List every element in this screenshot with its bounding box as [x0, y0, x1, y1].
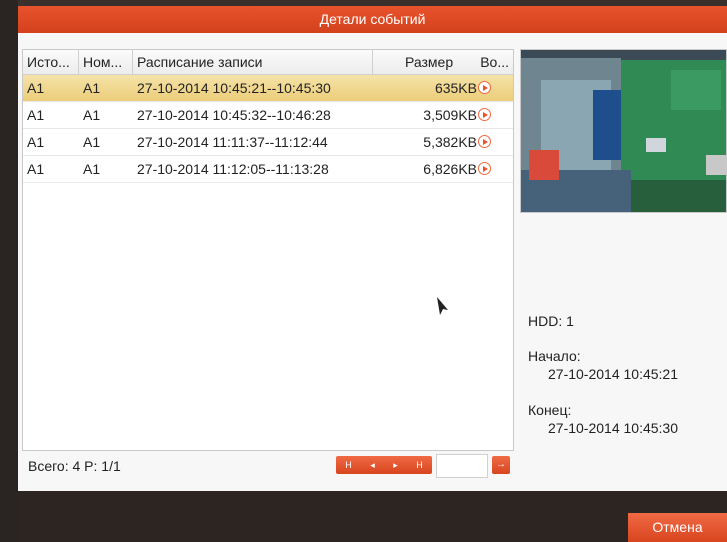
- cell-schedule: 27-10-2014 11:11:37--11:12:44: [137, 134, 328, 150]
- start-value: 27-10-2014 10:45:21: [548, 366, 678, 382]
- hdd-label: HDD: 1: [528, 313, 574, 329]
- col-source[interactable]: Исто...: [23, 50, 79, 74]
- bottom-bar: [18, 491, 727, 542]
- table-row[interactable]: A1 A1 27-10-2014 11:11:37--11:12:44 5,38…: [23, 129, 513, 156]
- cell-source: A1: [27, 107, 45, 123]
- play-icon[interactable]: [478, 108, 491, 121]
- cell-size: 6,826KB: [423, 161, 477, 177]
- col-schedule[interactable]: Расписание записи: [133, 50, 373, 74]
- cell-schedule: 27-10-2014 10:45:21--10:45:30: [137, 80, 331, 96]
- last-page-icon[interactable]: H: [416, 460, 423, 470]
- page-indicator: P: 1/1: [84, 458, 121, 474]
- col-size[interactable]: Размер Во...: [373, 50, 513, 74]
- first-page-icon[interactable]: H: [345, 460, 352, 470]
- play-icon[interactable]: [478, 135, 491, 148]
- cell-size: 635KB: [434, 80, 477, 96]
- col-number[interactable]: Ном...: [79, 50, 133, 74]
- cell-schedule: 27-10-2014 10:45:32--10:46:28: [137, 107, 331, 123]
- table-row[interactable]: A1 A1 27-10-2014 10:45:32--10:46:28 3,50…: [23, 102, 513, 129]
- pagination-summary: Всего: 4 P: 1/1: [28, 458, 121, 474]
- cell-size-wrap: 3,509KB: [373, 102, 513, 128]
- start-label: Начало:: [528, 348, 581, 364]
- end-value: 27-10-2014 10:45:30: [548, 420, 678, 436]
- cell-source: A1: [27, 134, 45, 150]
- page-number-input[interactable]: [436, 454, 488, 478]
- cell-size: 3,509KB: [423, 107, 477, 123]
- camera-snapshot-image: [521, 50, 726, 212]
- cell-source: A1: [27, 80, 45, 96]
- cell-number: A1: [83, 107, 101, 123]
- table-row[interactable]: A1 A1 27-10-2014 11:12:05--11:13:28 6,82…: [23, 156, 513, 183]
- events-table: Исто... Ном... Расписание записи Размер …: [22, 49, 514, 451]
- go-page-button[interactable]: →: [492, 456, 510, 474]
- cell-size-wrap: 5,382KB: [373, 129, 513, 155]
- cancel-button[interactable]: Отмена: [628, 513, 727, 542]
- next-page-icon[interactable]: ▸: [393, 460, 398, 471]
- dialog-title: Детали событий: [18, 6, 727, 33]
- col-play-label: Во...: [480, 54, 509, 70]
- cell-size-wrap: 635KB: [373, 75, 513, 101]
- cell-number: A1: [83, 134, 101, 150]
- total-count: Всего: 4: [28, 458, 81, 474]
- prev-page-icon[interactable]: ◂: [370, 460, 375, 471]
- pager-controls: H ◂ ▸ H: [336, 456, 432, 474]
- col-size-label: Размер: [405, 54, 454, 70]
- table-row[interactable]: A1 A1 27-10-2014 10:45:21--10:45:30 635K…: [23, 75, 513, 102]
- cell-number: A1: [83, 80, 101, 96]
- cell-source: A1: [27, 161, 45, 177]
- cell-size: 5,382KB: [423, 134, 477, 150]
- cell-number: A1: [83, 161, 101, 177]
- play-icon[interactable]: [478, 162, 491, 175]
- end-label: Конец:: [528, 402, 572, 418]
- mouse-cursor-icon: [437, 297, 448, 315]
- video-preview: [520, 49, 727, 213]
- cell-size-wrap: 6,826KB: [373, 156, 513, 182]
- table-header: Исто... Ном... Расписание записи Размер …: [23, 50, 513, 75]
- play-icon[interactable]: [478, 81, 491, 94]
- cell-schedule: 27-10-2014 11:12:05--11:13:28: [137, 161, 329, 177]
